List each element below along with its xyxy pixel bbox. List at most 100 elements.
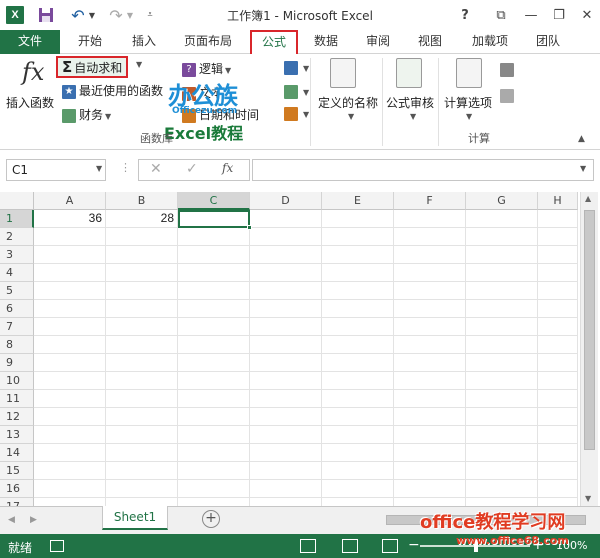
column-header-c[interactable]: C: [178, 192, 250, 210]
cell-d11[interactable]: [250, 390, 322, 408]
logical-button[interactable]: ? 逻辑 ▼: [182, 60, 231, 77]
cell-b17[interactable]: [106, 498, 178, 506]
collapse-ribbon-icon[interactable]: ▲: [578, 134, 585, 144]
cell-c7[interactable]: [178, 318, 250, 336]
cell-d9[interactable]: [250, 354, 322, 372]
cell-c8[interactable]: [178, 336, 250, 354]
recently-used-button[interactable]: ★ 最近使用的函数: [62, 82, 163, 99]
column-header-h[interactable]: H: [538, 192, 578, 210]
row-header-4[interactable]: 4: [0, 264, 34, 282]
zoom-out-icon[interactable]: −: [408, 537, 420, 553]
cell-f8[interactable]: [394, 336, 466, 354]
cell-g1[interactable]: [466, 210, 538, 228]
cell-c11[interactable]: [178, 390, 250, 408]
row-header-15[interactable]: 15: [0, 462, 34, 480]
cell-g11[interactable]: [466, 390, 538, 408]
cell-d15[interactable]: [250, 462, 322, 480]
tab-insert[interactable]: 插入: [126, 30, 162, 54]
tab-review[interactable]: 审阅: [360, 30, 396, 54]
help-button[interactable]: ?: [452, 4, 478, 26]
cell-d3[interactable]: [250, 246, 322, 264]
cell-h13[interactable]: [538, 426, 578, 444]
cell-g9[interactable]: [466, 354, 538, 372]
column-header-e[interactable]: E: [322, 192, 394, 210]
excel-app-icon[interactable]: X: [6, 6, 24, 24]
cell-d8[interactable]: [250, 336, 322, 354]
redo-icon[interactable]: ↷: [108, 6, 124, 25]
tab-team[interactable]: 团队: [530, 30, 566, 54]
formula-bar-grip-icon[interactable]: ⋮: [120, 161, 131, 174]
cell-f2[interactable]: [394, 228, 466, 246]
cell-b15[interactable]: [106, 462, 178, 480]
cell-a8[interactable]: [34, 336, 106, 354]
close-button[interactable]: ✕: [574, 4, 600, 26]
row-header-10[interactable]: 10: [0, 372, 34, 390]
row-header-7[interactable]: 7: [0, 318, 34, 336]
undo-icon[interactable]: ↶: [70, 6, 86, 25]
insert-function-fx-icon[interactable]: fx: [222, 161, 233, 175]
cell-f5[interactable]: [394, 282, 466, 300]
cell-d1[interactable]: [250, 210, 322, 228]
formula-auditing-icon[interactable]: [396, 58, 422, 88]
cell-c13[interactable]: [178, 426, 250, 444]
cell-a2[interactable]: [34, 228, 106, 246]
cell-f1[interactable]: [394, 210, 466, 228]
enter-icon[interactable]: ✓: [186, 161, 198, 177]
cell-g7[interactable]: [466, 318, 538, 336]
cell-c3[interactable]: [178, 246, 250, 264]
cell-a17[interactable]: [34, 498, 106, 506]
cell-f6[interactable]: [394, 300, 466, 318]
calculate-sheet-icon[interactable]: [500, 88, 517, 103]
formula-input[interactable]: [252, 159, 594, 181]
cell-h8[interactable]: [538, 336, 578, 354]
cell-b2[interactable]: [106, 228, 178, 246]
row-header-13[interactable]: 13: [0, 426, 34, 444]
math-trig-icon[interactable]: ▼: [284, 84, 309, 99]
vertical-scrollbar[interactable]: ▲ ▼: [580, 192, 598, 506]
defined-names-icon[interactable]: [330, 58, 356, 88]
cell-a7[interactable]: [34, 318, 106, 336]
cell-c15[interactable]: [178, 462, 250, 480]
cell-b7[interactable]: [106, 318, 178, 336]
cell-h15[interactable]: [538, 462, 578, 480]
cell-f11[interactable]: [394, 390, 466, 408]
cell-h5[interactable]: [538, 282, 578, 300]
cell-b10[interactable]: [106, 372, 178, 390]
fill-handle[interactable]: [247, 225, 252, 230]
cell-h17[interactable]: [538, 498, 578, 506]
cell-a12[interactable]: [34, 408, 106, 426]
defined-names-button[interactable]: 定义的名称: [318, 94, 378, 111]
defined-names-dropdown-icon[interactable]: ▼: [348, 112, 354, 121]
cell-b6[interactable]: [106, 300, 178, 318]
redo-dropdown-icon[interactable]: ▼: [126, 6, 134, 24]
cell-h6[interactable]: [538, 300, 578, 318]
cell-f17[interactable]: [394, 498, 466, 506]
autosum-button[interactable]: Σ 自动求和: [56, 56, 129, 78]
cell-g5[interactable]: [466, 282, 538, 300]
cell-g17[interactable]: [466, 498, 538, 506]
cell-h9[interactable]: [538, 354, 578, 372]
cancel-icon[interactable]: ✕: [150, 161, 162, 177]
row-header-9[interactable]: 9: [0, 354, 34, 372]
more-functions-icon[interactable]: ▼: [284, 106, 309, 121]
cell-h14[interactable]: [538, 444, 578, 462]
cell-e15[interactable]: [322, 462, 394, 480]
cell-b14[interactable]: [106, 444, 178, 462]
cell-e10[interactable]: [322, 372, 394, 390]
insert-function-icon[interactable]: fx: [22, 58, 44, 86]
cell-a3[interactable]: [34, 246, 106, 264]
cell-e6[interactable]: [322, 300, 394, 318]
cell-h11[interactable]: [538, 390, 578, 408]
column-header-b[interactable]: B: [106, 192, 178, 210]
minimize-button[interactable]: —: [518, 4, 544, 26]
cell-g14[interactable]: [466, 444, 538, 462]
formula-auditing-button[interactable]: 公式审核: [386, 94, 434, 111]
financial-button[interactable]: 财务 ▼: [62, 106, 111, 123]
cell-d2[interactable]: [250, 228, 322, 246]
restore-button[interactable]: ❐: [546, 4, 572, 26]
expand-formula-bar-icon[interactable]: ▼: [580, 164, 586, 173]
row-header-17[interactable]: 17: [0, 498, 34, 506]
row-header-6[interactable]: 6: [0, 300, 34, 318]
cell-g3[interactable]: [466, 246, 538, 264]
cell-d17[interactable]: [250, 498, 322, 506]
